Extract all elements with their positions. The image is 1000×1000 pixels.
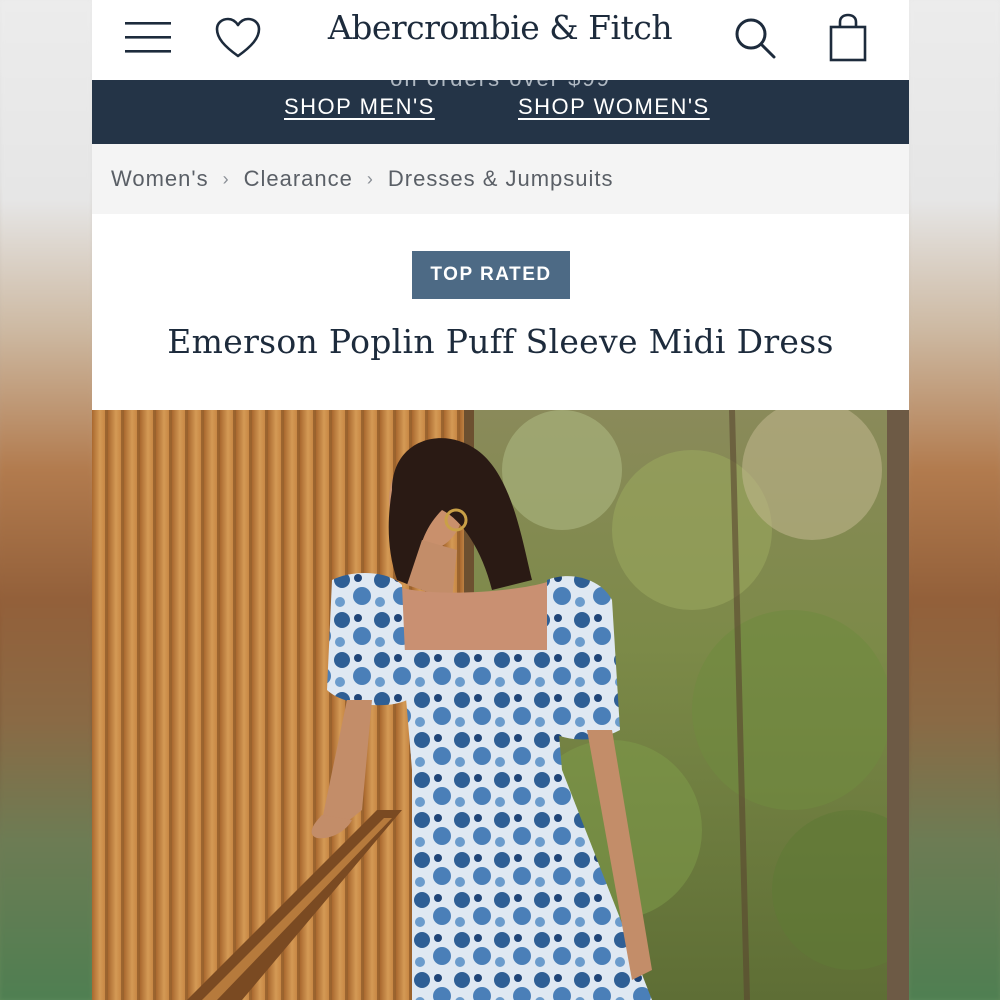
promo-banner: on orders over $99 SHOP MEN'S SHOP WOMEN… <box>92 80 909 144</box>
chevron-right-icon: › <box>222 168 230 189</box>
promo-scrolling-text: on orders over $99 <box>92 80 909 92</box>
product-image[interactable] <box>92 410 909 1000</box>
brand-logo[interactable]: Abercrombie & Fitch <box>292 8 708 48</box>
mobile-page: Abercrombie & Fitch on orders over $99 S… <box>92 0 909 1000</box>
breadcrumb-clearance[interactable]: Clearance <box>244 166 353 192</box>
product-title: Emerson Poplin Puff Sleeve Midi Dress <box>167 322 834 361</box>
top-rated-badge: TOP RATED <box>412 251 570 299</box>
shop-mens-link[interactable]: SHOP MEN'S <box>284 94 435 120</box>
search-icon[interactable] <box>729 12 781 64</box>
blurred-background-left <box>0 0 92 1000</box>
shopping-bag-icon[interactable] <box>822 12 874 64</box>
breadcrumb-dresses-jumpsuits[interactable]: Dresses & Jumpsuits <box>388 166 614 192</box>
heart-icon[interactable] <box>212 12 264 64</box>
breadcrumb: Women's › Clearance › Dresses & Jumpsuit… <box>92 144 909 214</box>
site-header: Abercrombie & Fitch <box>92 0 909 80</box>
chevron-right-icon: › <box>366 168 374 189</box>
menu-icon[interactable] <box>122 12 174 64</box>
shop-womens-link[interactable]: SHOP WOMEN'S <box>518 94 710 120</box>
breadcrumb-womens[interactable]: Women's <box>111 166 209 192</box>
blurred-background-right <box>909 0 1000 1000</box>
